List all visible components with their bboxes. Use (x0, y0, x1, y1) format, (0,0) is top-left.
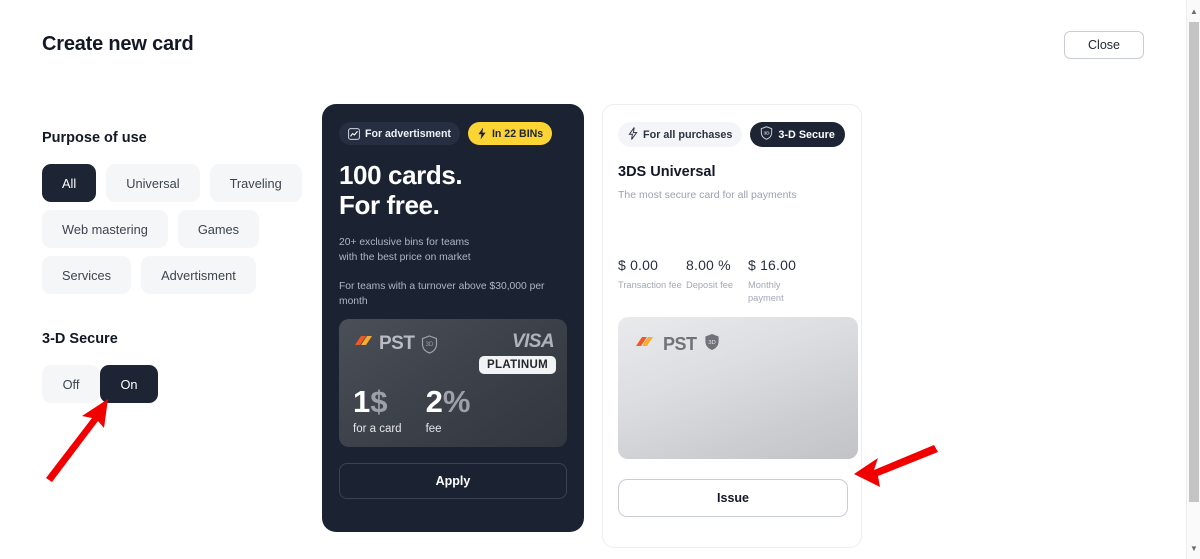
offer-title: 3DS Universal (618, 164, 716, 180)
scroll-down-icon[interactable]: ▼ (1187, 540, 1200, 556)
purpose-of-use-chips: All Universal Traveling Web mastering Ga… (42, 164, 304, 294)
visa-logo: VISA (512, 331, 555, 352)
promo-subtext-2: For teams with a turnover above $30,000 … (339, 279, 567, 310)
fee-monthly-value: $ 16.00 (748, 257, 797, 273)
card-offer-panel: For all purchases 3D 3-D Secure 3DS Univ… (602, 104, 862, 548)
chip-advertisment[interactable]: Advertisment (141, 256, 256, 294)
price-card-unit: $ (370, 384, 388, 419)
platinum-badge: PLATINUM (479, 356, 556, 374)
create-card-page: Create new card Close Purpose of use All… (0, 0, 1200, 559)
chip-all[interactable]: All (42, 164, 97, 202)
promo-subtext2-line-2: month (339, 296, 368, 308)
3d-secure-toggle: Off On (42, 365, 162, 403)
promo-badges: For advertisment In 22 BINs (339, 122, 567, 145)
price-fee-label: fee (425, 423, 442, 435)
apply-button[interactable]: Apply (339, 463, 567, 499)
promo-subtext-line-1: 20+ exclusive bins for teams (339, 236, 470, 248)
tab-all-purchases-label: For all purchases (643, 128, 733, 141)
badge-for-advertisment: For advertisment (339, 122, 460, 145)
shield-3d-icon: 3D (421, 334, 438, 354)
pst-wordmark: PST (379, 333, 415, 354)
offer-tabs: For all purchases 3D 3-D Secure (618, 122, 846, 147)
offer-description: The most secure card for all payments (618, 189, 797, 201)
chart-icon (348, 127, 360, 140)
scrollbar-thumb[interactable] (1189, 22, 1199, 502)
fee-deposit-label: Deposit fee (686, 280, 734, 290)
promo-card-brand-row: PST 3D (353, 333, 438, 355)
svg-text:3D: 3D (426, 342, 434, 348)
badge-in-22-bins: In 22 BINs (467, 122, 553, 145)
price-fee-block: 2% fee (426, 386, 471, 435)
price-card-block: 1$ for a card (353, 386, 402, 435)
price-card-value: 1$ (353, 386, 402, 417)
price-card-number: 1 (353, 384, 371, 419)
tab-3d-secure-label: 3-D Secure (778, 128, 835, 141)
price-fee-number: 2 (425, 384, 443, 419)
promo-subtext2-line-1: For teams with a turnover above $30,000 … (339, 280, 545, 292)
pst-wordmark: PST (663, 334, 697, 354)
silver-card-visual: PST 3D (618, 317, 858, 459)
chip-universal[interactable]: Universal (106, 164, 200, 202)
promo-headline-line-1: 100 cards. (339, 160, 463, 190)
purpose-of-use-title: Purpose of use (42, 130, 147, 146)
shield-3d-icon: 3D (704, 333, 720, 356)
price-card-label: for a card (353, 423, 402, 435)
fee-transaction-value: $ 0.00 (618, 257, 659, 273)
promo-card: For advertisment In 22 BINs 100 cards. F… (322, 104, 584, 532)
annotation-arrow-to-on-toggle (46, 399, 108, 482)
svg-text:3D: 3D (764, 130, 771, 136)
svg-text:3D: 3D (708, 340, 716, 346)
page-header: Create new card Close (0, 0, 1186, 92)
promo-headline: 100 cards. For free. (339, 160, 567, 221)
scroll-up-icon[interactable]: ▲ (1187, 3, 1200, 19)
badge-bins-label: In 22 BINs (491, 127, 544, 140)
promo-headline-line-2: For free. (339, 190, 440, 221)
annotation-arrow-to-issue-button (854, 445, 938, 487)
pst-logo: PST (353, 333, 415, 355)
chip-web-mastering[interactable]: Web mastering (42, 210, 168, 248)
chip-services[interactable]: Services (42, 256, 132, 294)
tab-3d-secure[interactable]: 3D 3-D Secure (750, 122, 845, 147)
lightning-icon (477, 127, 487, 140)
fee-transaction: $ 0.00 Transaction fee (618, 257, 686, 304)
shield-3d-icon: 3D (760, 126, 773, 143)
price-fee-unit: % (442, 384, 471, 419)
silver-card-brand-row: PST 3D (634, 333, 720, 356)
tab-for-all-purchases[interactable]: For all purchases (618, 122, 743, 147)
chip-traveling[interactable]: Traveling (209, 164, 302, 202)
3d-secure-title: 3-D Secure (42, 331, 118, 347)
fee-transaction-label: Transaction fee (618, 280, 682, 290)
pst-chevron-icon (353, 334, 375, 354)
promo-card-prices: 1$ for a card 2% fee (353, 386, 470, 435)
page-scrollbar[interactable]: ▲ ▼ (1186, 0, 1200, 559)
promo-card-visual: PST 3D VISA PLATINUM 1$ for a card 2% fe… (339, 319, 567, 447)
chip-games[interactable]: Games (177, 210, 260, 248)
lightning-icon (628, 126, 638, 143)
filters-column: Purpose of use All Universal Traveling W… (42, 130, 302, 403)
promo-subtext: 20+ exclusive bins for teams with the be… (339, 235, 567, 266)
promo-subtext-line-2: with the best price on market (339, 252, 471, 264)
fee-monthly-label: Monthly payment (748, 280, 784, 303)
fee-deposit-value: 8.00 % (686, 257, 731, 273)
fee-deposit: 8.00 % Deposit fee (686, 257, 748, 304)
price-fee-value: 2% (426, 386, 471, 417)
issue-button[interactable]: Issue (618, 479, 848, 517)
badge-advertisment-label: For advertisment (365, 127, 451, 140)
close-button[interactable]: Close (1064, 31, 1144, 59)
fees-row: $ 0.00 Transaction fee 8.00 % Deposit fe… (618, 257, 816, 304)
pst-chevron-icon (634, 335, 656, 355)
3d-secure-off-option[interactable]: Off (42, 365, 100, 403)
page-title: Create new card (42, 33, 194, 55)
fee-monthly: $ 16.00 Monthly payment (748, 257, 816, 304)
3d-secure-on-option[interactable]: On (100, 365, 158, 403)
